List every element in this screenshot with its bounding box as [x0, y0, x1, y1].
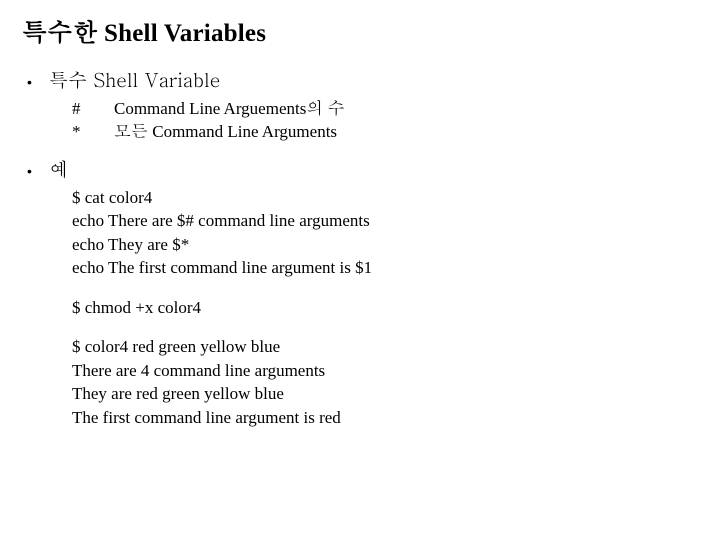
def-row: * 모든 Command Line Arguments [72, 120, 698, 144]
example-code: $ cat color4 echo There are $# command l… [72, 186, 698, 429]
code-line: $ chmod +x color4 [72, 296, 698, 319]
bullet-label: 특수 Shell Variable [49, 67, 221, 93]
slide-title: 특수한 Shell Variables [22, 14, 698, 49]
code-line: echo They are $* [72, 233, 698, 256]
code-group: $ cat color4 echo There are $# command l… [72, 186, 698, 280]
def-symbol: # [72, 97, 114, 121]
def-symbol: * [72, 120, 114, 144]
bullet-label: 예 [49, 156, 68, 182]
slide: 특수한 Shell Variables • 특수 Shell Variable … [0, 0, 720, 429]
code-line: $ cat color4 [72, 186, 698, 209]
code-line: There are 4 command line arguments [72, 359, 698, 382]
def-row: # Command Line Arguements의 수 [72, 97, 698, 121]
code-line: They are red green yellow blue [72, 382, 698, 405]
code-line: echo There are $# command line arguments [72, 209, 698, 232]
slide-body: • 특수 Shell Variable # Command Line Argue… [22, 67, 698, 429]
bullet-item: • 특수 Shell Variable [27, 67, 698, 93]
bullet-marker: • [27, 73, 49, 92]
code-group: $ color4 red green yellow blue There are… [72, 335, 698, 429]
code-line: $ color4 red green yellow blue [72, 335, 698, 358]
def-desc: 모든 Command Line Arguments [114, 120, 337, 144]
code-group: $ chmod +x color4 [72, 296, 698, 319]
code-line: echo The first command line argument is … [72, 256, 698, 279]
variable-definitions: # Command Line Arguements의 수 * 모든 Comman… [72, 97, 698, 145]
bullet-marker: • [27, 162, 49, 181]
code-line: The first command line argument is red [72, 406, 698, 429]
bullet-item: • 예 [27, 156, 698, 182]
def-desc: Command Line Arguements의 수 [114, 97, 345, 121]
